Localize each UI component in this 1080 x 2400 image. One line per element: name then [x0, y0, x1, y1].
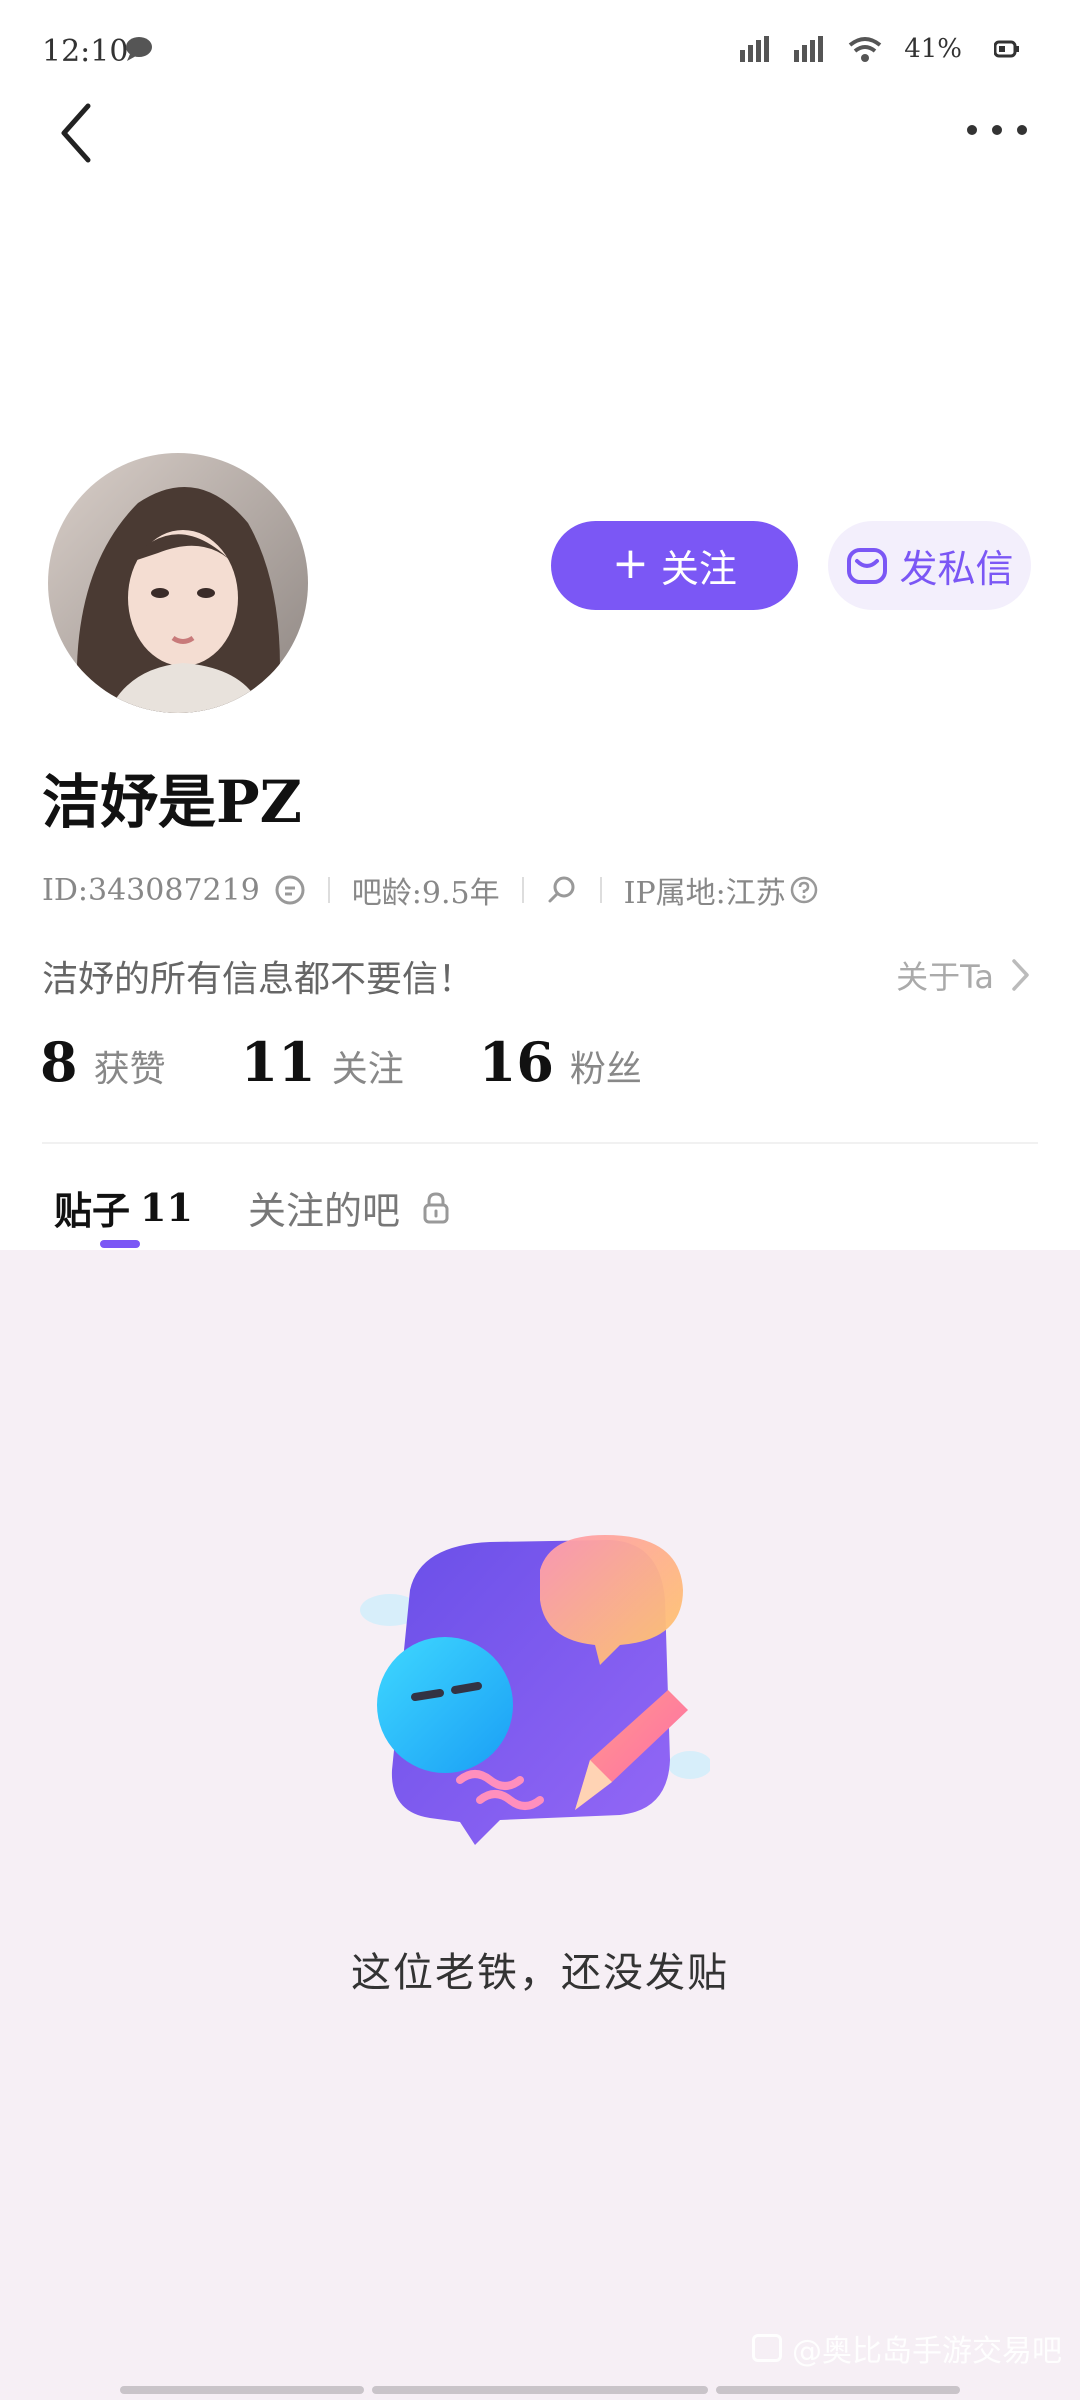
gesture-bar [716, 2386, 960, 2394]
avatar-image [48, 453, 308, 713]
username: 洁妤是PZ [42, 768, 302, 836]
wifi-icon [848, 37, 882, 62]
gesture-bar [372, 2386, 708, 2394]
tab-followed-bars[interactable]: 关注的吧 [248, 1180, 450, 1235]
divider [42, 1142, 1038, 1144]
status-indicators: 41% [740, 34, 1020, 64]
stat-following[interactable]: 11 关注 [241, 1030, 404, 1094]
battery-icon [994, 40, 1019, 58]
lock-icon [423, 1191, 449, 1223]
bar-age: 吧龄:9.5年 [351, 876, 500, 911]
stat-value: 8 [40, 1030, 78, 1094]
message-notification-icon [126, 37, 152, 61]
about-label: 关于Ta [896, 958, 994, 996]
back-button[interactable] [52, 98, 102, 168]
plus-icon: + [612, 537, 649, 589]
stat-label: 获赞 [93, 1049, 166, 1090]
profile-stats: 8 获赞 11 关注 16 粉丝 [40, 1030, 717, 1094]
profile-meta: ID:343087219 吧龄:9.5年 IP属地:江苏 [42, 868, 818, 912]
gesture-bar [120, 2386, 364, 2394]
ip-location: IP属地:江苏 [623, 876, 786, 911]
status-time: 12:10 [42, 34, 129, 69]
more-options-button[interactable] [962, 110, 1032, 150]
stat-value: 16 [478, 1030, 554, 1094]
stat-likes[interactable]: 8 获赞 [40, 1030, 166, 1094]
copy-icon[interactable] [274, 874, 306, 906]
search-icon[interactable] [546, 874, 578, 906]
user-id: ID:343087219 [42, 872, 260, 908]
posts-content: 这位老铁，还没发贴 @奥比岛手游交易吧 [0, 1250, 1080, 2400]
signal-icon [794, 36, 824, 62]
stat-label: 关注 [331, 1049, 404, 1090]
signal-icon [740, 36, 770, 62]
tab-posts-count: 11 [140, 1185, 193, 1230]
send-message-label: 发私信 [899, 547, 1014, 591]
empty-posts-illustration [360, 1535, 710, 1845]
watermark: @奥比岛手游交易吧 [752, 2326, 1062, 2370]
send-message-button[interactable]: 发私信 [828, 521, 1031, 610]
watermark-icon [752, 2334, 782, 2362]
avatar[interactable] [48, 453, 308, 713]
help-icon[interactable] [790, 876, 818, 904]
tab-posts-label: 贴子 [54, 1189, 131, 1233]
stat-label: 粉丝 [569, 1049, 642, 1090]
separator [521, 877, 524, 903]
about-link[interactable]: 关于Ta [896, 952, 1030, 998]
battery-percent: 41% [904, 34, 962, 64]
separator [327, 877, 330, 903]
follow-button[interactable]: + 关注 [551, 521, 798, 610]
separator [599, 877, 602, 903]
stat-value: 11 [240, 1030, 316, 1094]
empty-state-message: 这位老铁，还没发贴 [351, 1950, 729, 1996]
user-bio: 洁妤的所有信息都不要信！ [42, 959, 475, 1000]
tab-posts[interactable]: 贴子 11 [54, 1180, 193, 1235]
active-tab-indicator [100, 1240, 140, 1248]
mail-icon [847, 547, 888, 584]
tab-followed-bars-label: 关注的吧 [248, 1189, 401, 1233]
follow-button-label: 关注 [660, 547, 737, 591]
stat-fans[interactable]: 16 粉丝 [479, 1030, 642, 1094]
chevron-right-icon [1012, 959, 1029, 991]
status-bar: 12:10 41% [0, 0, 1080, 100]
watermark-text: @奥比岛手游交易吧 [792, 2334, 1062, 2369]
